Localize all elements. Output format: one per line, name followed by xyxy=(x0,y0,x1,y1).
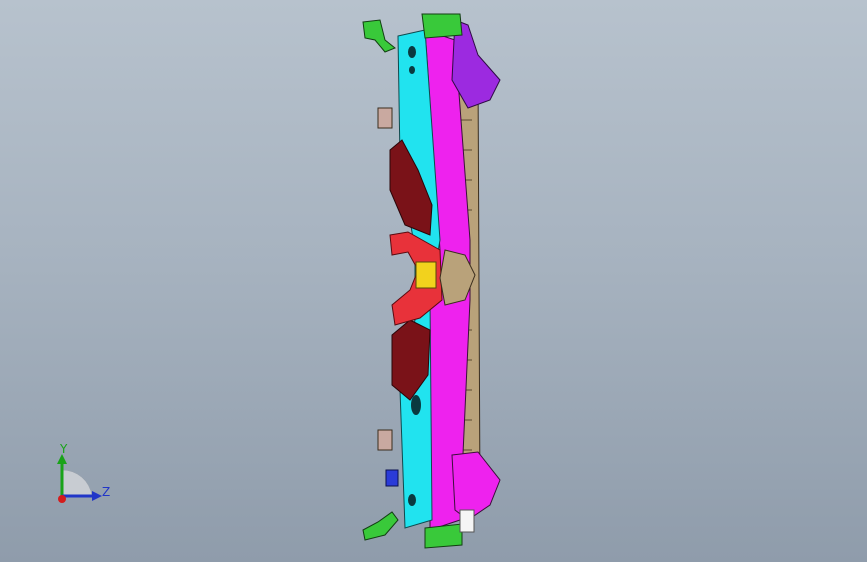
green-left-bottom-hook[interactable] xyxy=(362,511,399,541)
purple-bottom-bracket[interactable] xyxy=(451,451,501,521)
cad-model[interactable] xyxy=(0,0,867,562)
green-left-top-hook[interactable] xyxy=(362,19,396,53)
orientation-triad: Y Z xyxy=(40,440,130,510)
tan-mount-upper[interactable] xyxy=(377,107,393,129)
green-top-cap[interactable] xyxy=(421,13,463,39)
yellow-part[interactable] xyxy=(415,261,437,289)
y-axis-label: Y xyxy=(60,442,68,456)
z-axis-label: Z xyxy=(102,485,111,499)
white-bottom-piece[interactable] xyxy=(459,509,475,533)
3d-viewport[interactable]: Y Z xyxy=(0,0,867,562)
triad-arc xyxy=(61,469,93,497)
x-axis-dot xyxy=(58,495,66,503)
tan-mount-lower[interactable] xyxy=(377,429,393,451)
blue-small-part[interactable] xyxy=(385,469,399,487)
z-arrow-icon xyxy=(92,491,102,501)
green-bottom-cap[interactable] xyxy=(424,523,463,549)
